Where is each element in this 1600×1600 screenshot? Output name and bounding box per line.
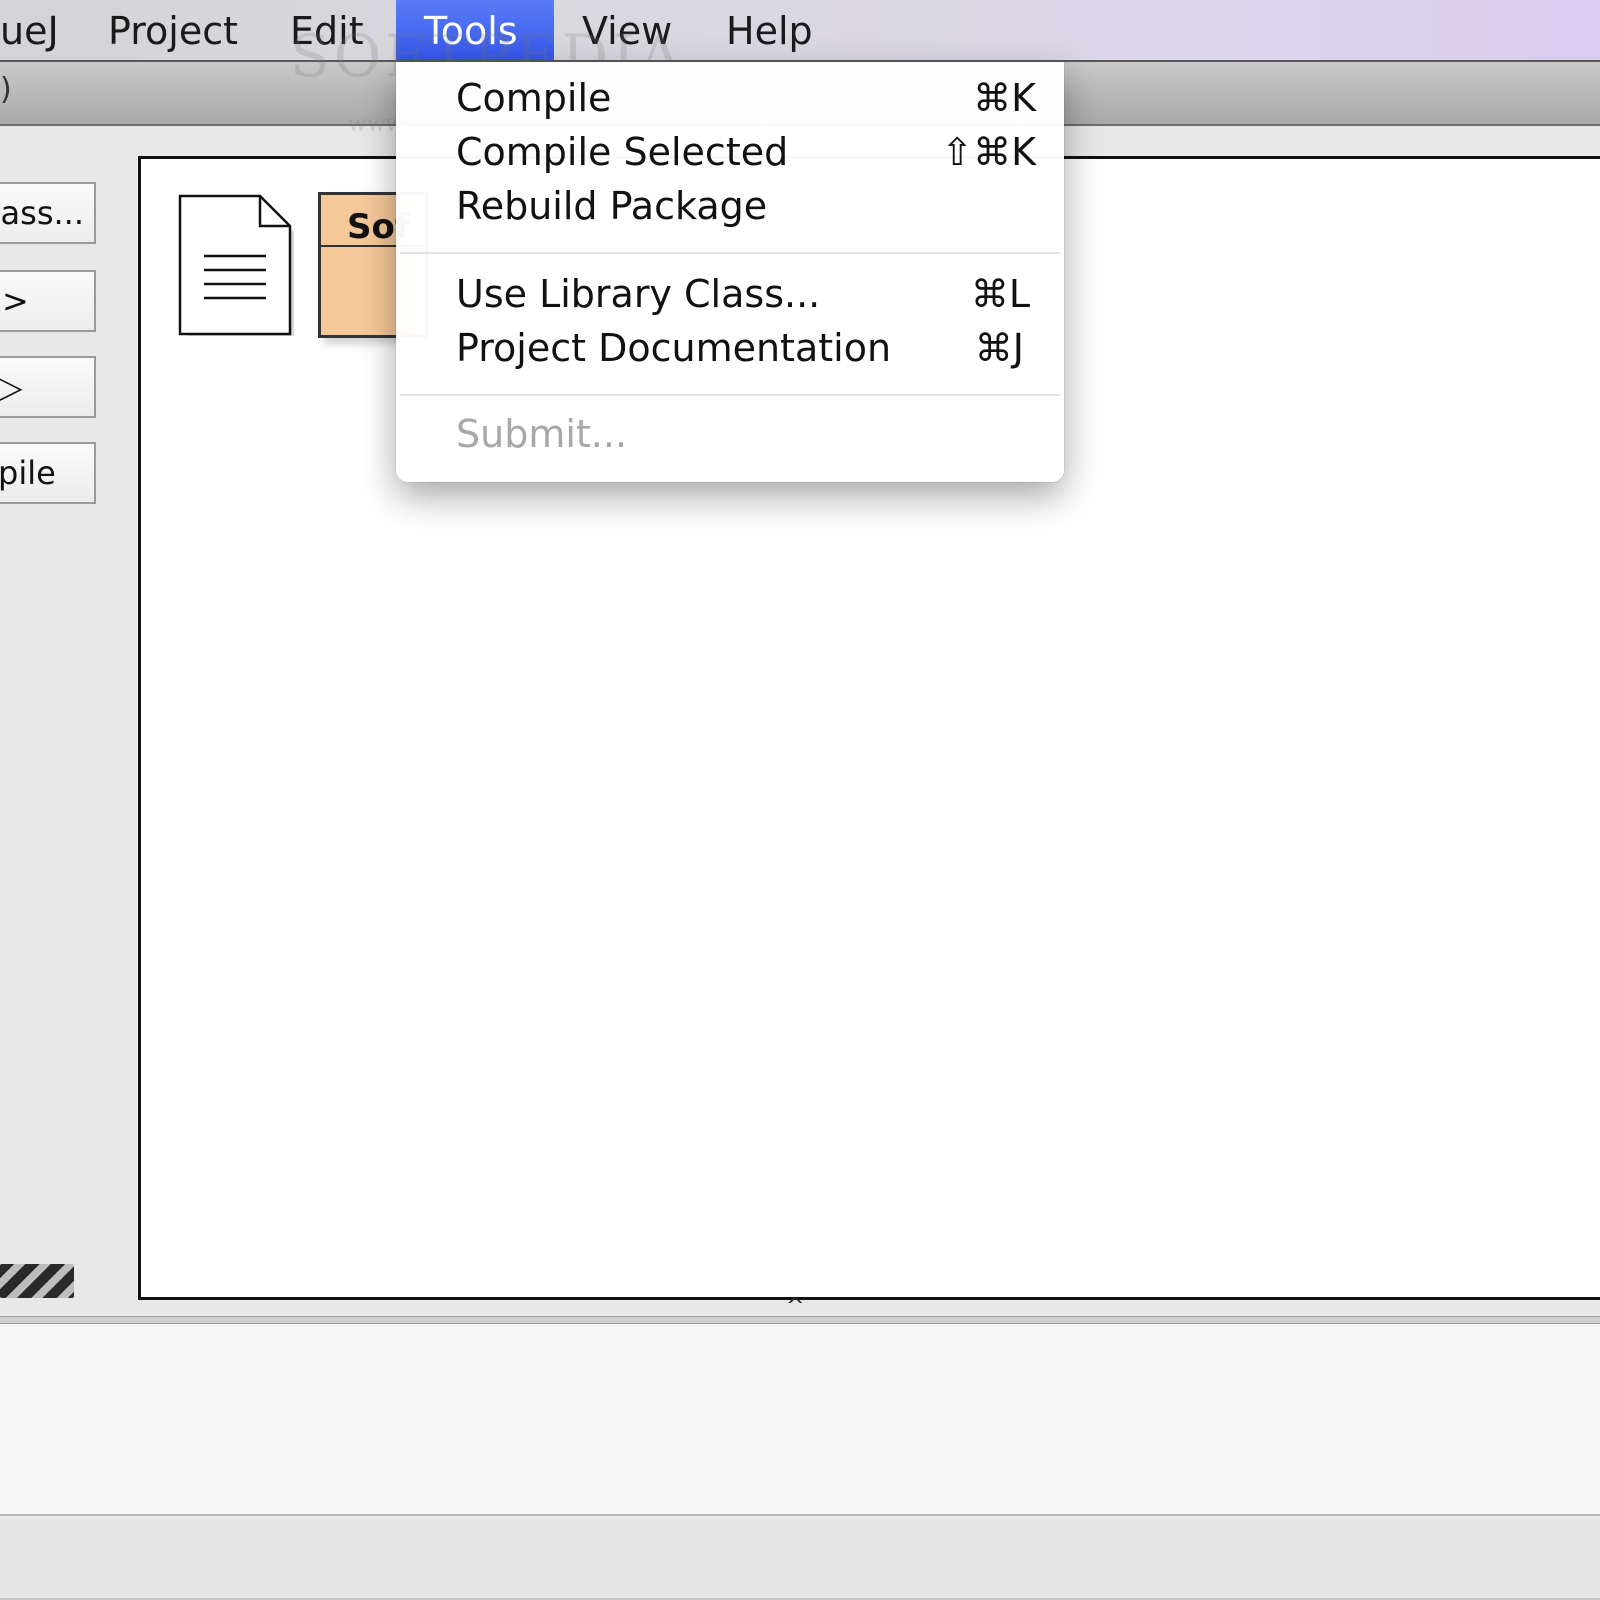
menu-separator xyxy=(400,394,1060,396)
compile-button[interactable]: pile xyxy=(0,442,96,504)
project-documentation-shortcut: ⌘J xyxy=(974,326,1024,370)
compile-shortcut: ⌘K xyxy=(973,76,1036,120)
menu-help[interactable]: Help xyxy=(726,0,813,60)
menu-item-rebuild-package[interactable]: Rebuild Package xyxy=(456,180,1036,232)
uses-arrow-icon: > xyxy=(2,282,29,320)
menu-edit[interactable]: Edit xyxy=(290,0,364,60)
menu-separator xyxy=(400,252,1060,254)
menu-item-submit: Submit... xyxy=(456,408,1036,460)
use-library-class-shortcut: ⌘L xyxy=(970,272,1030,316)
use-library-class-label: Use Library Class... xyxy=(456,272,821,316)
menu-bar: ueJ Project Edit Tools View Help xyxy=(0,0,1600,62)
readme-document-icon[interactable] xyxy=(178,194,294,340)
toolbar-edge-icon: ) xyxy=(0,72,12,107)
tools-menu: Compile ⌘K Compile Selected ⇧⌘K Rebuild … xyxy=(396,62,1064,482)
project-documentation-label: Project Documentation xyxy=(456,326,892,370)
panel-splitter[interactable] xyxy=(0,1316,1600,1324)
menu-tools[interactable]: Tools xyxy=(396,0,554,60)
submit-label: Submit... xyxy=(456,412,628,456)
machine-progress-indicator xyxy=(0,1264,74,1298)
compile-selected-shortcut: ⇧⌘K xyxy=(941,130,1036,174)
compile-selected-label: Compile Selected xyxy=(456,130,789,174)
uses-arrow-button[interactable]: > xyxy=(0,270,96,332)
status-bar xyxy=(0,1516,1600,1600)
inheritance-arrow-icon: ▷ xyxy=(0,368,23,406)
menu-item-compile-selected[interactable]: Compile Selected ⇧⌘K xyxy=(456,126,1036,178)
menu-item-compile[interactable]: Compile ⌘K xyxy=(456,72,1036,124)
object-bench[interactable] xyxy=(0,1324,1600,1516)
inheritance-arrow-button[interactable]: ▷ xyxy=(0,356,96,418)
menu-view[interactable]: View xyxy=(582,0,672,60)
compile-item-label: Compile xyxy=(456,76,612,120)
new-class-label: ass... xyxy=(0,194,84,232)
bluej-window: ueJ Project Edit Tools View Help ) SOFTP… xyxy=(0,0,1600,1600)
menu-app-name[interactable]: ueJ xyxy=(0,0,59,60)
menu-item-project-documentation[interactable]: Project Documentation ⌘J xyxy=(456,322,1036,374)
new-class-button[interactable]: ass... xyxy=(0,182,96,244)
rebuild-package-label: Rebuild Package xyxy=(456,184,768,228)
menu-project[interactable]: Project xyxy=(108,0,238,60)
compile-label: pile xyxy=(0,454,56,492)
menu-item-use-library-class[interactable]: Use Library Class... ⌘L xyxy=(456,268,1036,320)
